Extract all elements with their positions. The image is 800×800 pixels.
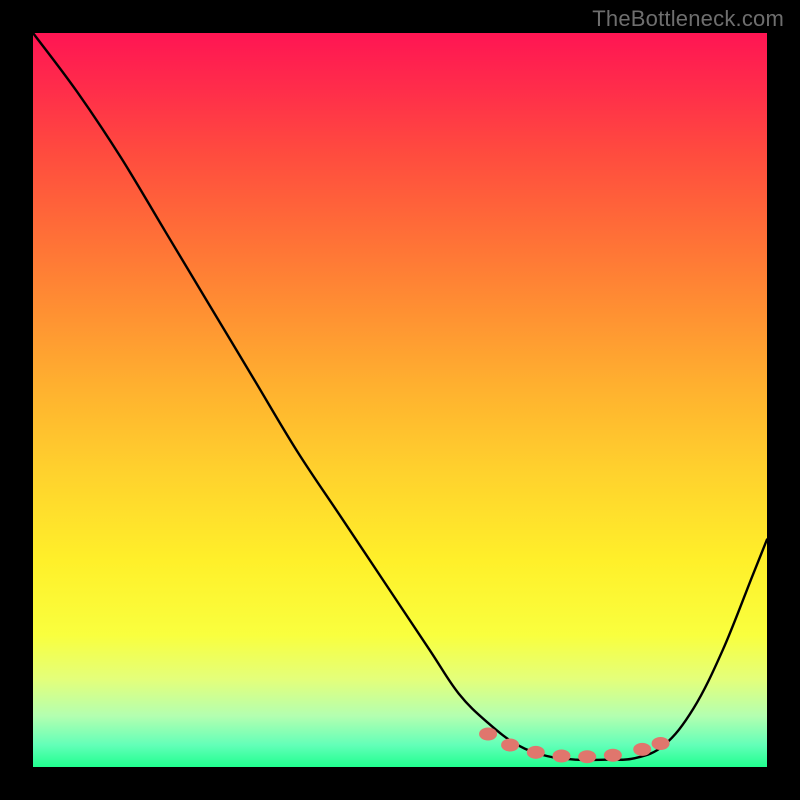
chart-overlay	[33, 33, 767, 767]
marker-dot	[604, 749, 622, 762]
marker-dot	[578, 750, 596, 763]
marker-dot	[479, 727, 497, 740]
bottleneck-curve	[33, 33, 767, 760]
marker-dot	[633, 743, 651, 756]
watermark-text: TheBottleneck.com	[592, 6, 784, 32]
marker-dot	[552, 749, 570, 762]
marker-dot	[527, 746, 545, 759]
marker-dot	[652, 737, 670, 750]
chart-frame: TheBottleneck.com	[0, 0, 800, 800]
plot-area	[33, 33, 767, 767]
marker-dot	[501, 738, 519, 751]
